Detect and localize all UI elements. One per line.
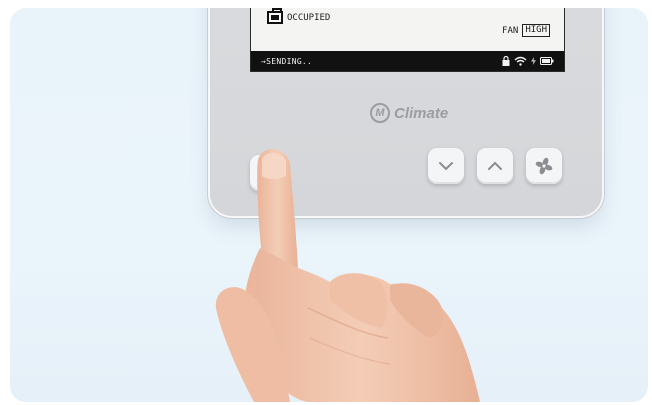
fan-level-badge: HIGH <box>522 24 550 37</box>
fan-label: FAN <box>502 25 519 36</box>
status-icons <box>502 56 554 66</box>
down-button[interactable] <box>428 148 464 184</box>
occupancy-label: OCCUPIED <box>287 12 331 23</box>
up-button[interactable] <box>477 148 513 184</box>
fan-readout: FAN HIGH <box>502 24 550 37</box>
occupancy-status: OCCUPIED <box>267 8 331 24</box>
chevron-down-icon <box>439 162 453 171</box>
fan-button[interactable] <box>526 148 562 184</box>
power-button[interactable] <box>250 155 286 191</box>
status-bar: →SENDING.. <box>251 51 564 71</box>
power-icon <box>261 166 275 180</box>
wifi-icon <box>514 56 527 66</box>
thermostat-screen: OCCUPIED FAN HIGH →SENDING.. <box>250 8 565 72</box>
brand-mark: M <box>370 103 390 123</box>
status-text: →SENDING.. <box>261 56 313 66</box>
thermostat-device: OCCUPIED FAN HIGH →SENDING.. M Climate <box>210 8 602 216</box>
background-card: OCCUPIED FAN HIGH →SENDING.. M Climate <box>10 8 648 402</box>
brand-logo: M Climate <box>370 103 448 123</box>
brand-name: Climate <box>394 104 449 122</box>
chevron-up-icon <box>488 161 502 170</box>
battery-icon <box>540 57 554 65</box>
briefcase-icon <box>267 8 283 24</box>
fan-icon <box>535 157 553 175</box>
charging-icon <box>531 57 536 65</box>
lock-icon <box>502 56 510 66</box>
